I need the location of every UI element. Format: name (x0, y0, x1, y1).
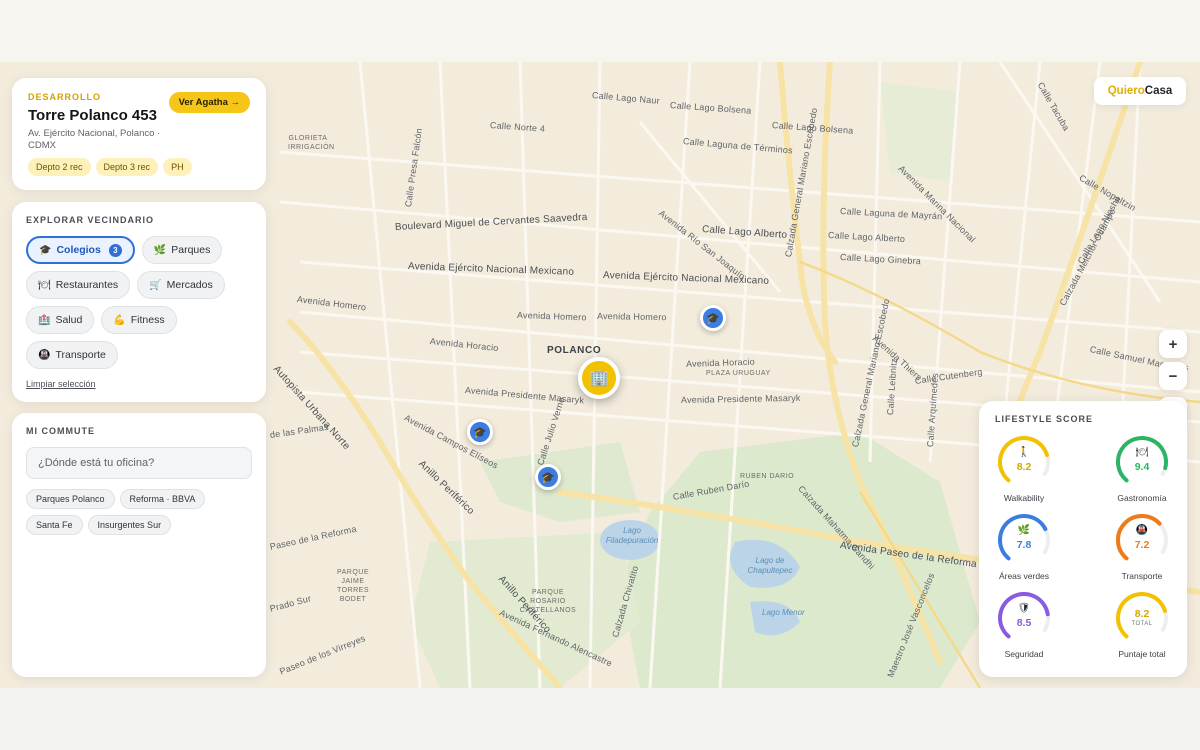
brand-logo: Quiero Casa (1094, 77, 1186, 105)
development-address: Av. Ejército Nacional, Polanco · CDMX (28, 128, 161, 152)
score-gastronomia: 🍽 9.4 Gastronomía (1097, 434, 1187, 503)
chip-label: Transporte (55, 349, 106, 361)
chip-label: Colegios (56, 244, 101, 256)
score-transporte: 🚇 7.2 Transporte (1097, 512, 1187, 581)
water-label: Lago Filadepuración (605, 526, 659, 545)
unit-tags: Depto 2 rec Depto 3 rec PH (28, 158, 192, 176)
cart-icon: 🛒 (149, 279, 162, 291)
chip-restaurantes[interactable]: 🍽 Restaurantes (26, 271, 131, 299)
score-areas-verdes: 🌿 7.8 Áreas verdes (979, 512, 1069, 581)
chip-label: Mercados (166, 279, 213, 291)
brand-part1: Quiero (1107, 85, 1145, 97)
chip-label: Restaurantes (55, 279, 119, 291)
explore-title: EXPLORAR VECINDARIO (26, 215, 155, 225)
place-label: PARQUE ROSARIO CASTELLANOS (519, 589, 577, 615)
score-value: 8.5 (1016, 617, 1032, 629)
walking-icon: 🚶 (1017, 447, 1031, 458)
development-marker[interactable]: 🏢 (578, 357, 620, 399)
graduation-cap-icon: 🎓 (706, 312, 720, 325)
score-label: Seguridad (1004, 649, 1044, 659)
leaf-icon: 🌿 (153, 244, 167, 256)
chip-count-badge: 3 (108, 243, 122, 257)
development-card: DESARROLLO Torre Polanco 453 Av. Ejércit… (12, 78, 266, 190)
bus-icon: 🚇 (1135, 525, 1149, 536)
score-label: Walkability (1003, 493, 1045, 503)
street-label: Avenida Homero (596, 311, 667, 323)
gauge-fill (998, 592, 1050, 639)
place-label: GLORIETA IRRIGACIÓN (288, 135, 335, 152)
commute-panel: MI COMMUTE Parques Polanco Reforma · BBV… (12, 413, 266, 677)
place-label: PARQUE JAIME TORRES BODET (336, 569, 370, 604)
unit-tag[interactable]: Depto 3 rec (95, 158, 159, 176)
score-value: 8.2 (1016, 461, 1032, 473)
commute-suggestion[interactable]: Insurgentes Sur (87, 515, 172, 535)
score-walkability: 🚶 8.2 Walkability (979, 434, 1069, 503)
building-icon: 🏢 (589, 370, 609, 387)
bus-icon: 🚇 (38, 349, 51, 361)
office-search-input[interactable] (26, 447, 252, 479)
zoom-out-button[interactable]: − (1159, 362, 1187, 390)
place-label: PLAZA URUGUAY (706, 370, 771, 377)
ver-agatha-button[interactable]: Ver Agatha → (168, 92, 250, 113)
place-label: RUBEN DARIO (740, 473, 795, 480)
score-value: 7.2 (1134, 539, 1150, 551)
score-label: Transporte (1121, 571, 1163, 581)
school-marker[interactable]: 🎓 (535, 464, 561, 490)
score-label: Áreas verdes (998, 571, 1050, 581)
score-total: 8.2 TOTAL Puntaje total (1097, 590, 1187, 659)
commute-suggestion[interactable]: Parques Polanco (26, 489, 115, 509)
clear-selection-link[interactable]: Limpiar selección (26, 379, 252, 389)
chip-label: Salud (55, 314, 83, 326)
category-chips: 🎓 Colegios 3 🌿 Parques 🍽 Restaurantes 🛒 … (26, 236, 226, 369)
lifestyle-score-panel: LIFESTYLE SCORE 🚶 8.2 Walkability 🍽 9.4 … (979, 401, 1187, 677)
chip-transporte[interactable]: 🚇 Transporte (26, 341, 118, 369)
commute-suggestion[interactable]: Santa Fe (26, 515, 83, 535)
chip-colegios[interactable]: 🎓 Colegios 3 (26, 236, 135, 264)
gauge-fill (1116, 514, 1162, 561)
score-value: 8.2 (1134, 608, 1150, 620)
cutlery-icon: 🍽 (1135, 447, 1149, 458)
water-label: Lago de Chapultepec (747, 556, 793, 575)
leaf-icon: 🌿 (1017, 525, 1031, 536)
gauge-fill (998, 436, 1049, 483)
unit-tag[interactable]: Depto 2 rec (28, 158, 91, 176)
score-sub: TOTAL (1131, 621, 1153, 627)
score-value: 9.4 (1134, 461, 1150, 473)
cutlery-icon: 🍽 (38, 279, 51, 291)
graduation-cap-icon: 🎓 (39, 244, 52, 256)
commute-title: MI COMMUTE (26, 426, 95, 436)
chip-fitness[interactable]: 💪 Fitness (101, 306, 177, 334)
score-seguridad: 🛡 8.5 Seguridad (979, 590, 1069, 659)
chip-mercados[interactable]: 🛒 Mercados (137, 271, 225, 299)
graduation-cap-icon: 🎓 (541, 471, 555, 484)
commute-suggestion[interactable]: Reforma · BBVA (119, 489, 206, 509)
chip-label: Parques (171, 244, 211, 256)
score-value: 7.8 (1016, 539, 1032, 551)
commute-suggestions: Parques Polanco Reforma · BBVA Santa Fe … (26, 489, 252, 535)
graduation-cap-icon: 🎓 (473, 426, 487, 439)
place-label: POLANCO (547, 345, 602, 356)
gauge-fill (1116, 436, 1168, 483)
muscle-icon: 💪 (113, 314, 126, 326)
score-label: Puntaje total (1118, 649, 1166, 659)
zoom-in-button[interactable]: + (1159, 330, 1187, 358)
score-label: Gastronomía (1117, 493, 1167, 503)
water-label: Lago Menor (762, 608, 805, 617)
chip-salud[interactable]: 🏥 Salud (26, 306, 95, 334)
school-marker[interactable]: 🎓 (700, 305, 726, 331)
shield-icon: 🛡 (1017, 603, 1031, 614)
school-marker[interactable]: 🎓 (467, 419, 493, 445)
chip-parques[interactable]: 🌿 Parques (141, 236, 223, 264)
chip-label: Fitness (130, 314, 165, 326)
lifestyle-title: LIFESTYLE SCORE (995, 414, 1094, 424)
street-label: Avenida Presidente Masaryk (680, 392, 801, 405)
explore-panel: EXPLORAR VECINDARIO 🎓 Colegios 3 🌿 Parqu… (12, 202, 266, 402)
bottom-band (0, 688, 1200, 750)
hospital-icon: 🏥 (38, 314, 51, 326)
top-band (0, 0, 1200, 62)
unit-tag[interactable]: PH (163, 158, 192, 176)
gauge-fill (998, 514, 1048, 561)
brand-part2: Casa (1144, 85, 1173, 97)
